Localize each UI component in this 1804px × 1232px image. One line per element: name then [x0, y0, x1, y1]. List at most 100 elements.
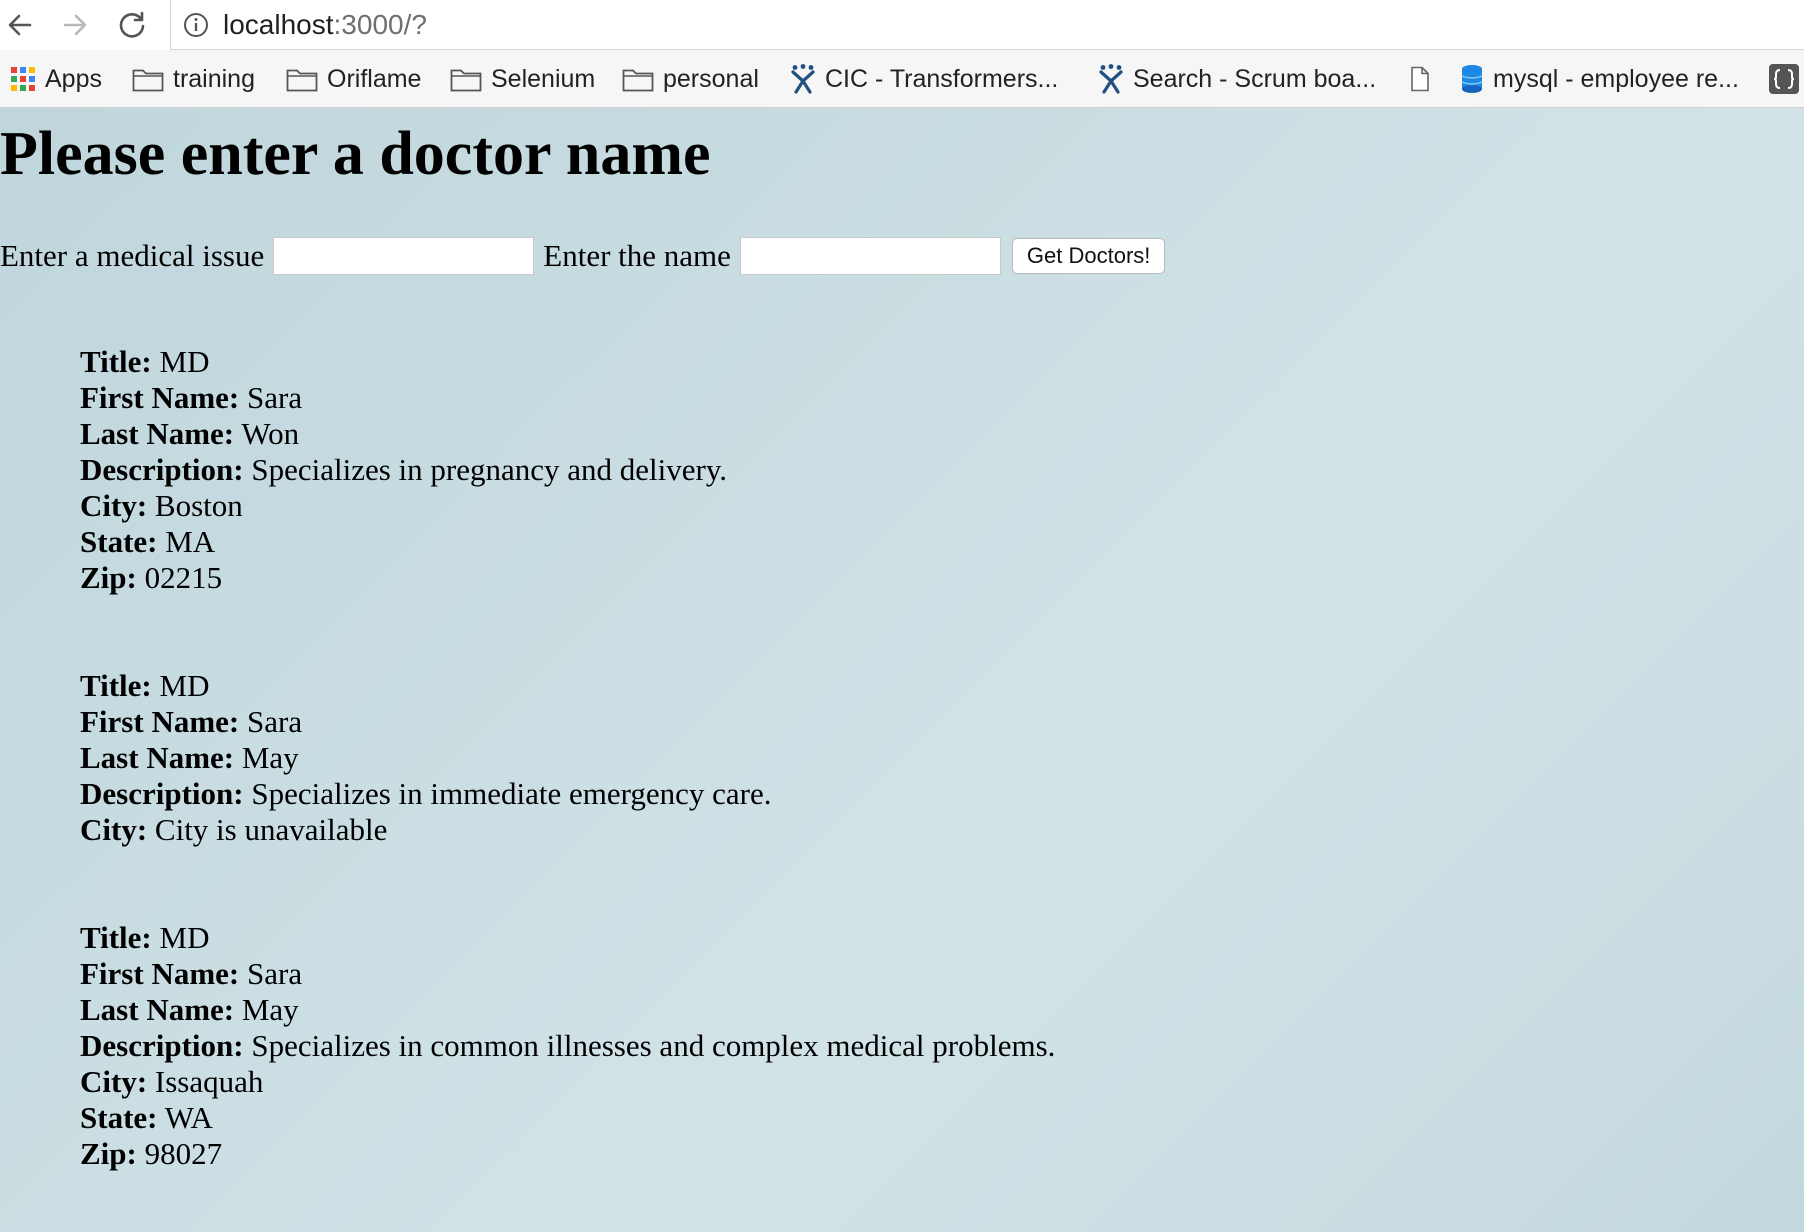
doctor-last-name: May [241, 740, 299, 775]
doctor-last-name-row: Last Name: May [80, 740, 772, 776]
bookmark-json-extension[interactable] [1768, 50, 1804, 108]
doctor-description-row: Description: Specializes in common illne… [80, 1028, 1055, 1064]
bookmark-folder-training[interactable]: training [132, 50, 255, 108]
field-label: City: [80, 488, 148, 523]
doctor-city-row: City: Boston [80, 488, 727, 524]
folder-icon [132, 66, 164, 92]
field-label: City: [80, 1064, 148, 1099]
doctor-first-name: Sara [247, 704, 303, 739]
browser-address-bar: localhost:3000/? [0, 0, 1804, 50]
doctor-first-name-row: First Name: Sara [80, 380, 727, 416]
bookmark-search-label: Search - Scrum boa... [1133, 64, 1377, 93]
get-doctors-button[interactable]: Get Doctors! [1011, 238, 1166, 274]
field-label: First Name: [80, 380, 240, 415]
bookmark-apps-label: Apps [45, 64, 102, 93]
field-label: Zip: [80, 1136, 137, 1171]
page-content: Please enter a doctor name Enter a medic… [0, 108, 1804, 1232]
doctor-description: Specializes in pregnancy and delivery. [251, 452, 728, 487]
doctor-title-row: Title: MD [80, 668, 772, 704]
jira-people-icon [1098, 64, 1124, 94]
doctor-title-row: Title: MD [80, 920, 1055, 956]
url-host: localhost [223, 8, 334, 40]
url-field[interactable]: localhost:3000/? [170, 0, 1804, 50]
folder-icon [450, 66, 482, 92]
doctor-record: Title: MD First Name: Sara Last Name: Wo… [80, 344, 727, 596]
field-label: Description: [80, 1028, 244, 1063]
bookmark-apps[interactable]: Apps [10, 50, 102, 108]
bookmark-folder-personal[interactable]: personal [622, 50, 759, 108]
doctor-city: Issaquah [154, 1064, 264, 1099]
jira-people-icon [790, 64, 816, 94]
field-label: Last Name: [80, 416, 235, 451]
medical-issue-input[interactable] [273, 237, 535, 275]
bookmark-training-label: training [173, 64, 255, 93]
reload-button[interactable] [112, 5, 152, 45]
doctor-record: Title: MD First Name: Sara Last Name: Ma… [80, 668, 772, 848]
doctor-city-row: City: Issaquah [80, 1064, 1055, 1100]
doctor-city-row: City: City is unavailable [80, 812, 772, 848]
bookmark-mysql[interactable]: mysql - employee re... [1460, 50, 1739, 108]
doctor-last-name: Won [241, 416, 300, 451]
page-icon [1410, 66, 1430, 92]
bookmark-cic-transformers[interactable]: CIC - Transformers... [790, 50, 1058, 108]
doctor-city: City is unavailable [154, 812, 388, 847]
doctor-name-input[interactable] [739, 237, 1001, 275]
back-button[interactable] [0, 5, 40, 45]
arrow-right-icon [63, 14, 87, 36]
doctor-zip-row: Zip: 02215 [80, 560, 727, 596]
doctor-zip: 02215 [144, 560, 223, 595]
info-icon[interactable] [183, 12, 209, 38]
json-braces-icon [1768, 63, 1800, 95]
bookmark-folder-oriflame[interactable]: Oriflame [286, 50, 421, 108]
arrow-left-icon [8, 14, 32, 36]
bookmark-blank-page[interactable] [1410, 50, 1439, 108]
doctor-state: MA [165, 524, 216, 559]
doctor-zip-row: Zip: 98027 [80, 1136, 1055, 1172]
field-label: Last Name: [80, 740, 235, 775]
url-path: :3000/? [333, 8, 427, 40]
field-label: State: [80, 524, 158, 559]
doctor-name-label: Enter the name [543, 238, 731, 273]
folder-icon [622, 66, 654, 92]
doctor-state: WA [164, 1100, 213, 1135]
reload-icon [119, 11, 145, 38]
doctor-title: MD [159, 920, 210, 955]
bookmark-search-scrum[interactable]: Search - Scrum boa... [1098, 50, 1376, 108]
forward-button[interactable] [55, 5, 95, 45]
field-label: Last Name: [80, 992, 235, 1027]
doctor-first-name-row: First Name: Sara [80, 956, 1055, 992]
field-label: Zip: [80, 560, 137, 595]
doctor-first-name-row: First Name: Sara [80, 704, 772, 740]
doctor-title: MD [159, 344, 210, 379]
doctor-description: Specializes in common illnesses and comp… [251, 1028, 1056, 1063]
doctor-title-row: Title: MD [80, 344, 727, 380]
folder-icon [286, 66, 318, 92]
doctor-description-row: Description: Specializes in pregnancy an… [80, 452, 727, 488]
field-label: City: [80, 812, 148, 847]
database-icon [1460, 64, 1484, 94]
field-label: Title: [80, 920, 152, 955]
doctor-record: Title: MD First Name: Sara Last Name: Ma… [80, 920, 1055, 1172]
doctor-zip: 98027 [144, 1136, 223, 1171]
field-label: Title: [80, 668, 152, 703]
bookmarks-bar: Apps training Oriflame Selenium personal [0, 50, 1804, 108]
bookmark-cic-label: CIC - Transformers... [825, 64, 1059, 93]
apps-grid-icon [10, 66, 36, 92]
doctor-title: MD [159, 668, 210, 703]
doctor-first-name: Sara [247, 380, 303, 415]
medical-issue-label: Enter a medical issue [0, 238, 265, 273]
doctor-description: Specializes in immediate emergency care. [251, 776, 772, 811]
bookmark-folder-selenium[interactable]: Selenium [450, 50, 595, 108]
field-label: Description: [80, 776, 244, 811]
bookmark-oriflame-label: Oriflame [327, 64, 422, 93]
doctor-last-name: May [241, 992, 299, 1027]
doctor-first-name: Sara [247, 956, 303, 991]
field-label: Description: [80, 452, 244, 487]
doctor-description-row: Description: Specializes in immediate em… [80, 776, 772, 812]
bookmark-mysql-label: mysql - employee re... [1493, 64, 1739, 93]
doctor-state-row: State: WA [80, 1100, 1055, 1136]
doctor-state-row: State: MA [80, 524, 727, 560]
doctor-last-name-row: Last Name: Won [80, 416, 727, 452]
field-label: Title: [80, 344, 152, 379]
bookmark-personal-label: personal [663, 64, 759, 93]
